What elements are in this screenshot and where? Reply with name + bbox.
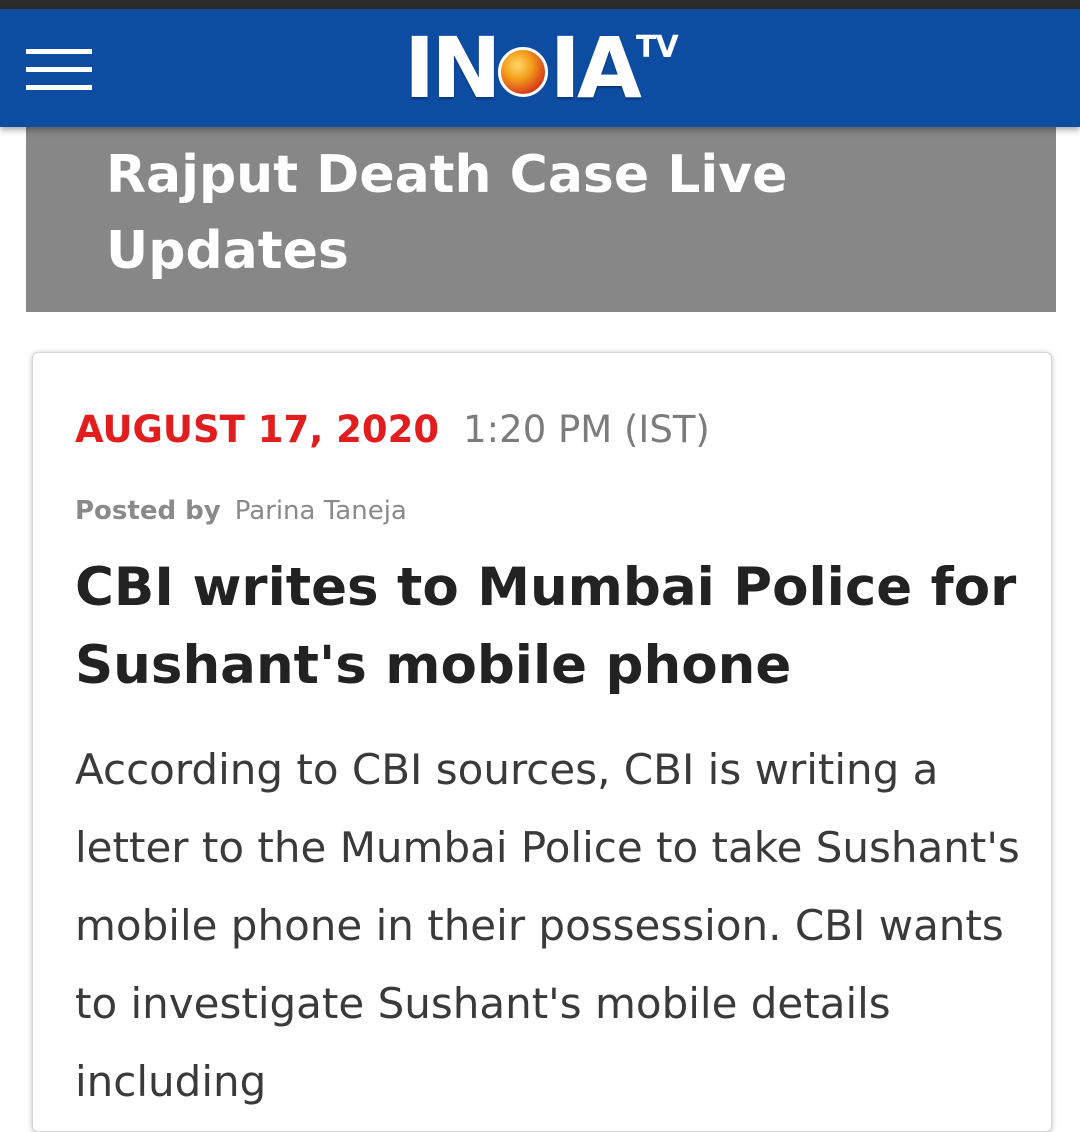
live-updates-banner: Rajput Death Case Live Updates — [26, 127, 1056, 312]
byline: Posted by Parina Taneja — [75, 493, 407, 529]
logo-wordmark: IN IA — [404, 19, 642, 117]
hamburger-menu-icon[interactable] — [26, 49, 92, 93]
post-time: 1:20 PM (IST) — [463, 408, 710, 451]
banner-title: Rajput Death Case Live Updates — [106, 145, 788, 281]
logo-superscript: TV — [636, 30, 679, 65]
logo-text: IN — [404, 19, 502, 117]
post-body: According to CBI sources, CBI is writing… — [75, 745, 1020, 1106]
india-tv-logo[interactable]: IN IA TV — [404, 23, 684, 113]
site-header: IN IA TV — [0, 9, 1080, 127]
globe-icon — [497, 47, 548, 97]
post-headline[interactable]: CBI writes to Mumbai Police for Sushant'… — [75, 549, 1025, 705]
post-date: AUGUST 17, 2020 — [75, 408, 440, 451]
posted-by-label: Posted by — [75, 496, 221, 526]
live-update-card: AUGUST 17, 2020 1:20 PM (IST) Posted by Pa… — [32, 352, 1052, 1132]
status-strip — [0, 0, 1080, 9]
author-name: Parina Taneja — [234, 496, 407, 526]
dateline: AUGUST 17, 2020 1:20 PM (IST) — [75, 405, 710, 455]
